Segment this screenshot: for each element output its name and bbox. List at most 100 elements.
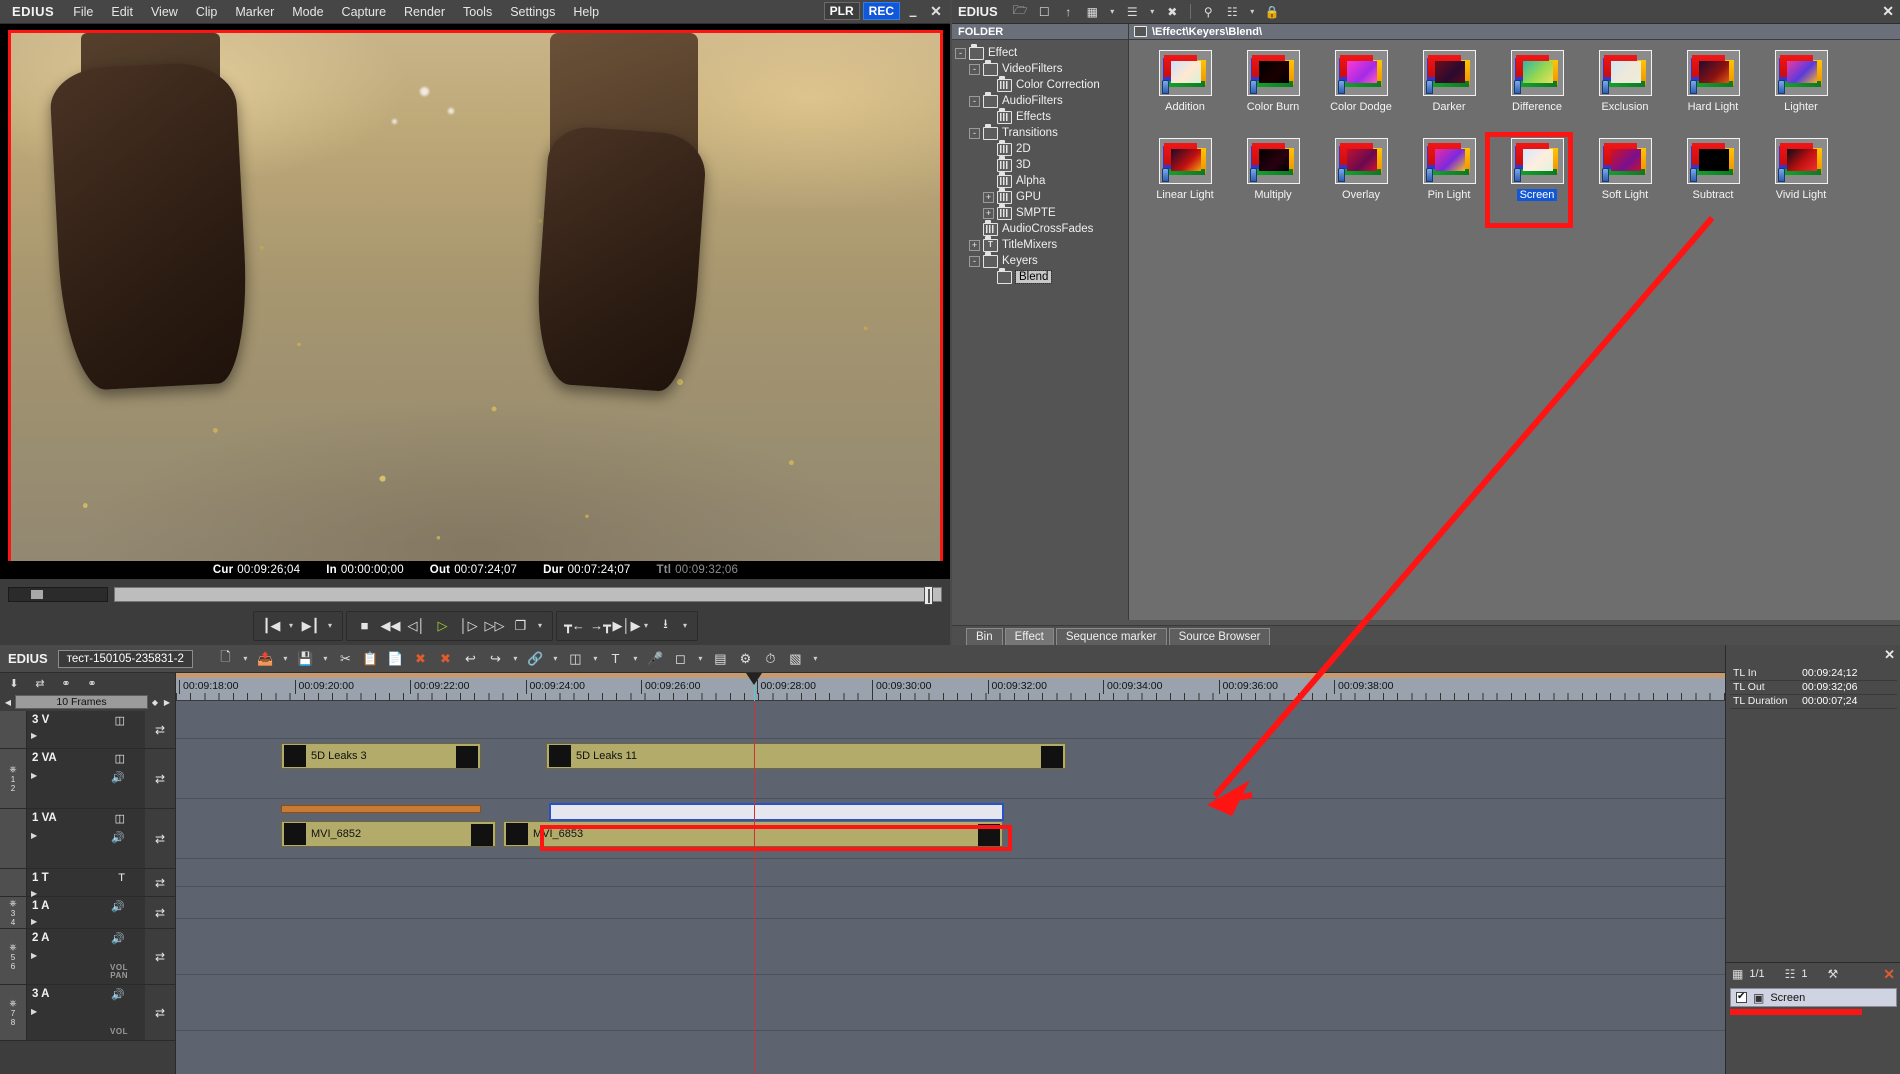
track-lock-toggle[interactable]: ⎈ 7 8 (0, 985, 27, 1040)
volume-pan-label[interactable]: VOL PAN (110, 964, 128, 980)
track-lock-toggle[interactable] (0, 711, 27, 748)
effect-item-pin-light[interactable]: Pin Light (1405, 138, 1493, 226)
menu-capture[interactable]: Capture (333, 2, 395, 22)
expand-arrow-icon[interactable]: ▶ (31, 951, 37, 960)
menu-edit[interactable]: Edit (102, 2, 142, 22)
track-header-3a[interactable]: ⎈ 7 8 3 A 🔊 VOL ▶ ⇄ (0, 985, 175, 1041)
mixer-icon[interactable]: ▤ (710, 649, 731, 669)
film-icon[interactable]: ◫ (115, 714, 125, 727)
add-effect-icon[interactable]: ⚒ (1828, 967, 1839, 981)
sync-lock-icon[interactable]: ⚭ (82, 675, 102, 691)
film-icon[interactable]: ◫ (115, 812, 125, 825)
timeline-ruler[interactable]: 00:09:18:00 00:09:20:00 00:09:22:00 00:09:2… (176, 673, 1900, 701)
render-icon[interactable]: ⚙ (735, 649, 756, 669)
lock-icon[interactable]: ⎈ (9, 942, 16, 953)
track-sync-icon[interactable]: ⇄ (145, 929, 175, 984)
chevron-down-icon[interactable]: ▾ (510, 654, 521, 663)
checkbox-icon[interactable] (1736, 991, 1747, 1003)
track-header-1a[interactable]: ⎈ 3 4 1 A 🔊 ▶ ⇄ (0, 897, 175, 929)
effect-item-soft-light[interactable]: Soft Light (1581, 138, 1669, 226)
delete-effect-icon[interactable]: ✕ (1883, 966, 1895, 983)
audio-icon[interactable]: 🔊 (111, 771, 125, 784)
sort-icon[interactable]: ☰ (1123, 3, 1142, 20)
effect-item-darker[interactable]: Darker (1405, 50, 1493, 138)
tree-item-gpu[interactable]: + GPU (955, 188, 1125, 205)
menu-help[interactable]: Help (564, 2, 608, 22)
tree-item-videofilters[interactable]: - VideoFilters (955, 60, 1125, 77)
video-preview[interactable] (8, 30, 943, 573)
track-sync-icon[interactable]: ⇄ (145, 711, 175, 748)
menu-tools[interactable]: Tools (454, 2, 501, 22)
set-out-icon[interactable]: →┳ (589, 615, 613, 637)
tab-source-browser[interactable]: Source Browser (1168, 628, 1271, 645)
chevron-down-icon[interactable]: ▾ (320, 654, 331, 663)
stop-icon[interactable]: ■ (353, 615, 377, 637)
track-lock-toggle[interactable] (0, 869, 27, 896)
volume-pan-label[interactable]: VOL (110, 1028, 128, 1036)
fast-forward-icon[interactable]: ▷▷ (483, 615, 507, 637)
timeline-clip[interactable]: MVI_6852 (281, 821, 496, 847)
insert-mode-icon[interactable]: ⬇ (4, 675, 24, 691)
film-icon[interactable]: ◫ (115, 752, 125, 765)
track-header-1t[interactable]: 1 T T ▶ ⇄ (0, 869, 175, 898)
matte-icon[interactable]: ◻ (670, 649, 691, 669)
timeline-clip[interactable]: MVI_6853 (503, 821, 1003, 847)
tab-bin[interactable]: Bin (966, 628, 1003, 645)
collapse-icon[interactable]: - (969, 63, 980, 75)
timeline-lane-1a[interactable] (176, 887, 1900, 919)
menu-file[interactable]: File (64, 2, 102, 22)
chevron-down-icon[interactable]: ▾ (286, 621, 297, 630)
new-window-icon[interactable]: ☐ (1035, 3, 1054, 20)
track-controls[interactable]: 1 A 🔊 ▶ (27, 897, 145, 928)
zoom-fit-icon[interactable]: ◆ (150, 698, 160, 707)
chevron-down-icon[interactable]: ▾ (280, 654, 291, 663)
track-controls[interactable]: 3 V ◫ ▶ (27, 711, 145, 748)
menu-settings[interactable]: Settings (501, 2, 564, 22)
track-sync-icon[interactable]: ⇄ (145, 749, 175, 808)
menu-view[interactable]: View (142, 2, 187, 22)
audio-icon[interactable]: 🔊 (111, 831, 125, 844)
slider-handle[interactable] (924, 585, 933, 605)
tree-item-alpha[interactable]: Alpha (955, 172, 1125, 189)
next-frame-icon[interactable]: │▷ (457, 615, 481, 637)
track-lock-toggle[interactable] (0, 809, 27, 868)
tree-item-effects[interactable]: Effects (955, 108, 1125, 125)
rewind-icon[interactable]: ◀◀ (379, 615, 403, 637)
effect-item-exclusion[interactable]: Exclusion (1581, 50, 1669, 138)
tree-item-2d[interactable]: 2D (955, 140, 1125, 157)
timecode-value[interactable]: 00:09:26;04 (237, 564, 300, 576)
expand-icon[interactable]: + (969, 239, 980, 251)
copy-icon[interactable]: 📋 (360, 649, 381, 669)
chevron-down-icon[interactable]: ▾ (641, 621, 652, 630)
audio-icon[interactable]: 🔊 (111, 900, 125, 913)
mark-in-icon[interactable]: ┃◀ (260, 615, 284, 637)
expand-icon[interactable]: + (983, 207, 994, 219)
tree-item-keyers[interactable]: - Keyers (955, 252, 1125, 269)
track-controls[interactable]: 2 A 🔊 VOL PAN ▶ (27, 929, 145, 984)
mark-out-icon[interactable]: ▶┃ (299, 615, 323, 637)
track-lock-toggle[interactable]: ⎈ 3 4 (0, 897, 27, 928)
timeline-clip[interactable]: 5D Leaks 11 (546, 743, 1066, 769)
track-controls[interactable]: 3 A 🔊 VOL ▶ (27, 985, 145, 1040)
track-header-2va[interactable]: ⎈ 1 2 2 VA ◫ 🔊 ▶ ⇄ (0, 749, 175, 809)
add-marker-icon[interactable]: ▶│▶ (612, 615, 640, 637)
export-icon[interactable]: ⭳ (654, 615, 678, 637)
tree-item-effect[interactable]: - Effect (955, 44, 1125, 61)
title-icon[interactable]: T (118, 872, 125, 884)
chevron-down-icon[interactable]: ▾ (550, 654, 561, 663)
chevron-down-icon[interactable]: ▾ (630, 654, 641, 663)
tree-item-titlemixers[interactable]: + TitleMixers (955, 236, 1125, 253)
tree-item-audiofilters[interactable]: - AudioFilters (955, 92, 1125, 109)
loop-icon[interactable]: ❐ (509, 615, 533, 637)
expand-arrow-icon[interactable]: ▶ (31, 771, 37, 780)
effect-list-item[interactable]: ▣ Screen (1730, 988, 1897, 1007)
shuttle-control[interactable] (8, 586, 108, 602)
collapse-icon[interactable]: - (955, 47, 966, 59)
effect-item-addition[interactable]: Addition (1141, 50, 1229, 138)
close-icon[interactable]: ✕ (1882, 3, 1894, 20)
effect-item-subtract[interactable]: Subtract (1669, 138, 1757, 226)
timeline-clip[interactable]: 5D Leaks 3 (281, 743, 481, 769)
effect-item-color-dodge[interactable]: Color Dodge (1317, 50, 1405, 138)
link-icon[interactable]: 🔗 (525, 649, 546, 669)
list-view-icon[interactable]: ☷ (1223, 3, 1242, 20)
